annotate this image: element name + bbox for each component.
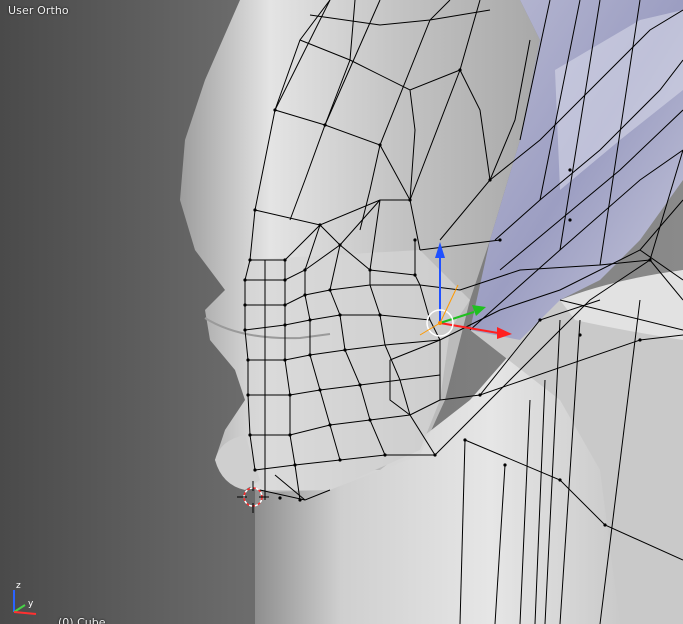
axis-z-label: z — [16, 581, 21, 591]
3d-viewport[interactable]: z y User Ortho (0) Cube — [0, 0, 683, 624]
view-label: User Ortho — [8, 4, 69, 17]
object-info: (0) Cube — [58, 616, 106, 624]
view-axes-icon: z y — [13, 581, 37, 615]
viewport-canvas[interactable]: z y — [0, 0, 683, 624]
axis-y-label: y — [28, 599, 34, 609]
